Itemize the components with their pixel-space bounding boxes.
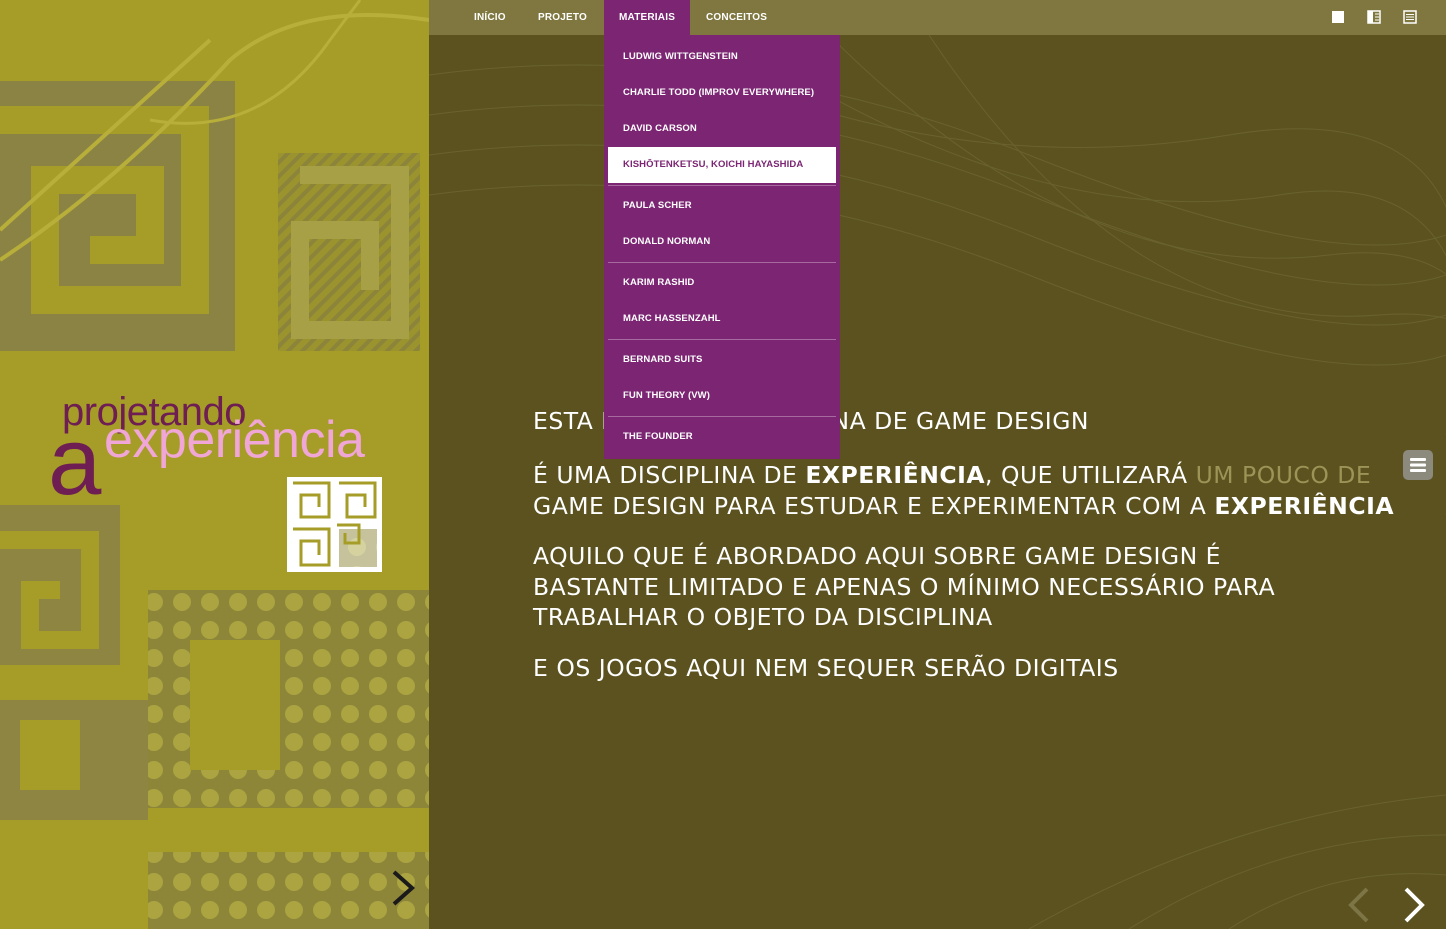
previous-page-arrow-icon[interactable] [1345, 885, 1373, 925]
menu-item-karim-rashid[interactable]: KARIM RASHID [608, 265, 836, 301]
p2-l2-text-a: GAME DESIGN PARA ESTUDAR E EXPERIMENTAR … [533, 492, 1215, 520]
list-view-icon[interactable] [1403, 10, 1417, 24]
p2-l1-dim: UM POUCO DE [1195, 461, 1372, 489]
intro-line-1-part-c: NA DE GAME DESIGN [831, 407, 1090, 435]
menu-item-donald-norman[interactable]: DONALD NORMAN [608, 224, 836, 260]
menu-separator [608, 262, 836, 263]
side-menu-button[interactable] [1403, 450, 1433, 480]
menu-item-david-carson[interactable]: DAVID CARSON [608, 111, 836, 147]
menu-separator [608, 416, 836, 417]
menu-item-ludwig-wittgenstein[interactable]: LUDWIG WITTGENSTEIN [608, 39, 836, 75]
nav-projeto[interactable]: PROJETO [523, 0, 602, 35]
menu-item-charlie-todd[interactable]: CHARLIE TODD (IMPROV EVERYWHERE) [608, 75, 836, 111]
menu-separator [608, 339, 836, 340]
nav-materiais[interactable]: MATERIAIS [604, 0, 691, 35]
logo-letter-a: a [48, 408, 102, 515]
logo-word-experiencia: experiência [104, 411, 365, 469]
menu-item-fun-theory[interactable]: FUN THEORY (VW) [608, 378, 836, 414]
intro-paragraph-3-line-3: TRABALHAR O OBJETO DA DISCIPLINA [533, 603, 993, 631]
menu-item-kishotenketsu[interactable]: KISHŌTENKETSU, KOICHI HAYASHIDA [608, 147, 836, 183]
nav-inicio[interactable]: INÍCIO [459, 0, 521, 35]
greek-key-emblem-icon [287, 477, 382, 572]
intro-paragraph-3-line-2: BASTANTE LIMITADO E APENAS O MÍNIMO NECE… [533, 573, 1276, 601]
menu-item-bernard-suits[interactable]: BERNARD SUITS [608, 342, 836, 378]
intro-paragraph-4-line-1: E OS JOGOS AQUI NEM SEQUER SERÃO DIGITAI… [533, 654, 1119, 682]
menu-item-paula-scher[interactable]: PAULA SCHER [608, 188, 836, 224]
cover-panel: projetando a experiência [0, 0, 429, 929]
single-page-icon[interactable] [1331, 10, 1345, 24]
hamburger-icon [1410, 458, 1426, 472]
intro-paragraph-3-line-1: AQUILO QUE É ABORDADO AQUI SOBRE GAME DE… [533, 542, 1221, 570]
p2-l1-bold: EXPERIÊNCIA [805, 461, 986, 489]
menu-separator [608, 185, 836, 186]
next-page-arrow-icon[interactable] [1400, 885, 1428, 925]
p2-l2-bold: EXPERIÊNCIA [1214, 492, 1395, 520]
materiais-dropdown-menu: LUDWIG WITTGENSTEIN CHARLIE TODD (IMPROV… [604, 35, 840, 459]
split-page-icon[interactable] [1367, 10, 1381, 24]
intro-paragraph-2-line-1: É UMA DISCIPLINA DE EXPERIÊNCIA, QUE UTI… [533, 460, 1371, 490]
top-navigation-bar: INÍCIO PROJETO MATERIAIS CONCEITOS [429, 0, 1446, 35]
menu-item-marc-hassenzahl[interactable]: MARC HASSENZAHL [608, 301, 836, 337]
nav-conceitos[interactable]: CONCEITOS [691, 0, 782, 35]
cover-next-arrow-icon[interactable] [386, 868, 420, 908]
p2-l1-text-a: É UMA DISCIPLINA DE [533, 461, 806, 489]
p2-l1-text-c: , QUE UTILIZARÁ [985, 461, 1196, 489]
intro-paragraph-2-line-2: GAME DESIGN PARA ESTUDAR E EXPERIMENTAR … [533, 491, 1394, 521]
intro-line-1-part-a: ESTA [533, 407, 602, 435]
menu-item-the-founder[interactable]: THE FOUNDER [608, 419, 836, 455]
